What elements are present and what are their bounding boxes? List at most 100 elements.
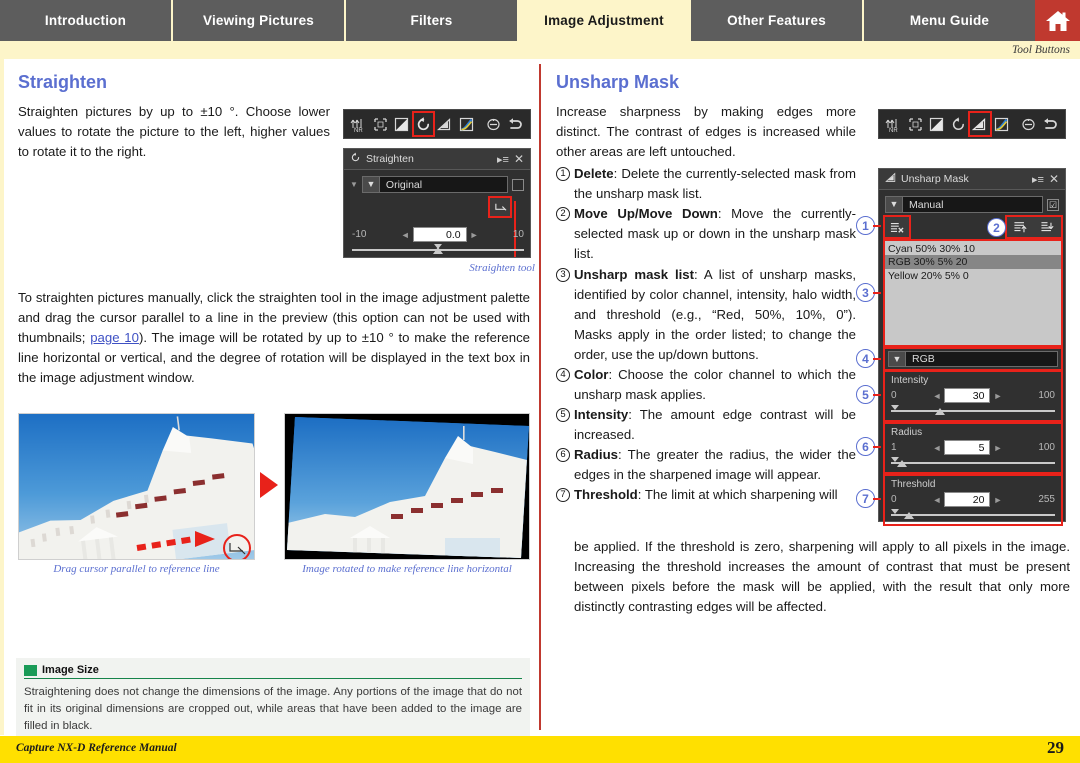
toggle-view-icon[interactable] bbox=[1020, 114, 1038, 134]
callout-7-leader bbox=[873, 498, 881, 500]
threshold-slider-group: Threshold 0 ◄ 20 ► 255 bbox=[883, 474, 1063, 526]
straighten-slider[interactable] bbox=[352, 244, 524, 256]
image-adjustment-toolbar-unsharp[interactable]: NR bbox=[878, 109, 1066, 139]
chevron-down-icon: ▼ bbox=[886, 197, 903, 212]
threshold-min: 0 bbox=[891, 494, 897, 505]
photo-after-straighten bbox=[284, 413, 530, 560]
image-adjustment-toolbar-straighten[interactable]: NR bbox=[343, 109, 531, 139]
list-number: 6 bbox=[556, 448, 570, 463]
decrement-chevron-icon[interactable]: ◄ bbox=[933, 443, 942, 453]
move-mask-buttons[interactable] bbox=[1005, 215, 1063, 239]
noise-reduction-icon[interactable]: NR bbox=[885, 114, 903, 134]
straighten-preset-combo[interactable]: ▼ Original bbox=[361, 176, 508, 193]
intensity-value-input[interactable]: 30 bbox=[944, 388, 991, 403]
tab-label: Introduction bbox=[44, 13, 127, 28]
unsharp-mask-icon bbox=[885, 172, 896, 186]
intensity-slider[interactable] bbox=[891, 405, 1055, 417]
increment-chevron-icon[interactable]: ► bbox=[470, 230, 479, 240]
straighten-enable-checkbox[interactable] bbox=[512, 178, 524, 191]
svg-text:NR: NR bbox=[354, 128, 363, 133]
increment-chevron-icon[interactable]: ► bbox=[993, 443, 1002, 453]
tab-filters[interactable]: Filters bbox=[346, 0, 519, 41]
radius-value-row: 1 ◄ 5 ► 100 bbox=[891, 440, 1055, 455]
noise-reduction-icon[interactable]: NR bbox=[350, 114, 368, 134]
threshold-label: Threshold bbox=[891, 479, 936, 490]
tone-curve-icon[interactable] bbox=[393, 114, 411, 134]
decrement-chevron-icon[interactable]: ◄ bbox=[933, 495, 942, 505]
unsharp-mask-buttons-row bbox=[883, 215, 1063, 239]
panel-menu-icon[interactable]: ▸≡ bbox=[497, 153, 509, 166]
svg-text:NR: NR bbox=[889, 128, 898, 133]
unsharp-enable-checkbox[interactable]: ☑ bbox=[1047, 198, 1059, 211]
crop-icon[interactable] bbox=[372, 114, 390, 134]
unsharp-preset-combo[interactable]: ▼ Manual bbox=[885, 196, 1043, 213]
callout-3-leader bbox=[873, 292, 881, 294]
intensity-spinner[interactable]: ◄ 30 ► bbox=[933, 388, 1002, 403]
slider-thumb[interactable] bbox=[904, 512, 914, 519]
tab-image-adjustment[interactable]: Image Adjustment bbox=[519, 0, 691, 41]
straighten-spinner[interactable]: ◄ 0.0 ► bbox=[401, 227, 479, 242]
color-channel-row: ▼ RGB bbox=[883, 347, 1063, 371]
straighten-rotate-icon[interactable] bbox=[950, 114, 968, 134]
mask-list-item-selected[interactable]: RGB 30% 5% 20 bbox=[885, 255, 1061, 269]
expand-triangle-icon[interactable]: ▼ bbox=[350, 180, 358, 189]
unsharp-mask-icon[interactable] bbox=[436, 114, 454, 134]
page-footer: Capture NX-D Reference Manual 29 bbox=[0, 736, 1080, 763]
slider-thumb[interactable] bbox=[935, 408, 945, 415]
increment-chevron-icon[interactable]: ► bbox=[993, 495, 1002, 505]
straighten-intro-text: Straighten pictures by up to ±10 °. Choo… bbox=[18, 104, 330, 160]
slider-thumb[interactable] bbox=[433, 247, 443, 254]
list-text: Intensity: The amount edge contrast will… bbox=[574, 405, 856, 445]
tone-curve-icon[interactable] bbox=[928, 114, 946, 134]
decrement-chevron-icon[interactable]: ◄ bbox=[933, 391, 942, 401]
unsharp-mask-list[interactable]: Cyan 50% 30% 10 RGB 30% 5% 20 Yellow 20%… bbox=[883, 239, 1063, 347]
threshold-max: 255 bbox=[1038, 494, 1055, 505]
note-body: Straightening does not change the dimens… bbox=[24, 686, 522, 733]
crop-icon[interactable] bbox=[907, 114, 925, 134]
move-up-icon[interactable] bbox=[1013, 221, 1028, 234]
straighten-tool-button[interactable] bbox=[488, 196, 512, 218]
reset-icon[interactable] bbox=[1042, 114, 1060, 134]
radius-value-input[interactable]: 5 bbox=[944, 440, 991, 455]
right-column: Unsharp Mask Increase sharpness by makin… bbox=[556, 72, 856, 505]
list-number: 2 bbox=[556, 207, 570, 222]
tab-viewing-pictures[interactable]: Viewing Pictures bbox=[173, 0, 346, 41]
list-desc: : Choose the color channel to which the … bbox=[574, 366, 856, 402]
intensity-slider-group: Intensity 0 ◄ 30 ► 100 bbox=[883, 370, 1063, 422]
list-term: Unsharp mask list bbox=[574, 266, 695, 282]
radius-slider[interactable] bbox=[891, 457, 1055, 469]
unsharp-mask-icon[interactable] bbox=[968, 111, 992, 137]
tab-menu-guide[interactable]: Menu Guide bbox=[864, 0, 1035, 41]
home-button[interactable] bbox=[1035, 0, 1080, 41]
slider-thumb[interactable] bbox=[897, 460, 907, 467]
color-control-point-icon[interactable] bbox=[993, 114, 1011, 134]
increment-chevron-icon[interactable]: ► bbox=[993, 391, 1002, 401]
callout-4-leader bbox=[873, 358, 881, 360]
page-10-link[interactable]: page 10 bbox=[90, 330, 139, 345]
close-icon[interactable]: ✕ bbox=[514, 152, 524, 166]
tab-other-features[interactable]: Other Features bbox=[691, 0, 864, 41]
straighten-value-input[interactable]: 0.0 bbox=[412, 227, 467, 242]
list-number: 4 bbox=[556, 367, 570, 382]
reset-icon[interactable] bbox=[507, 114, 525, 134]
unsharp-intro-text: Increase sharpness by making edges more … bbox=[556, 104, 856, 160]
radius-spinner[interactable]: ◄ 5 ► bbox=[933, 440, 1002, 455]
threshold-value-input[interactable]: 20 bbox=[944, 492, 991, 507]
close-icon[interactable]: ✕ bbox=[1049, 172, 1059, 186]
mask-list-item[interactable]: Cyan 50% 30% 10 bbox=[885, 241, 1061, 255]
list-item: 6 Radius: The greater the radius, the wi… bbox=[556, 445, 856, 485]
threshold-spinner[interactable]: ◄ 20 ► bbox=[933, 492, 1002, 507]
list-term: Intensity bbox=[574, 406, 629, 422]
color-control-point-icon[interactable] bbox=[458, 114, 476, 134]
straighten-rotate-icon[interactable] bbox=[411, 111, 435, 137]
delete-mask-button[interactable] bbox=[883, 215, 911, 239]
color-channel-combo[interactable]: ▼ RGB bbox=[888, 351, 1058, 367]
move-down-icon[interactable] bbox=[1040, 221, 1055, 234]
toggle-view-icon[interactable] bbox=[485, 114, 503, 134]
panel-menu-icon[interactable]: ▸≡ bbox=[1032, 173, 1044, 186]
decrement-chevron-icon[interactable]: ◄ bbox=[401, 230, 410, 240]
mask-list-item[interactable]: Yellow 20% 5% 0 bbox=[885, 269, 1061, 282]
tab-introduction[interactable]: Introduction bbox=[0, 0, 173, 41]
threshold-slider[interactable] bbox=[891, 509, 1055, 521]
unsharp-panel-title: Unsharp Mask bbox=[901, 173, 969, 185]
